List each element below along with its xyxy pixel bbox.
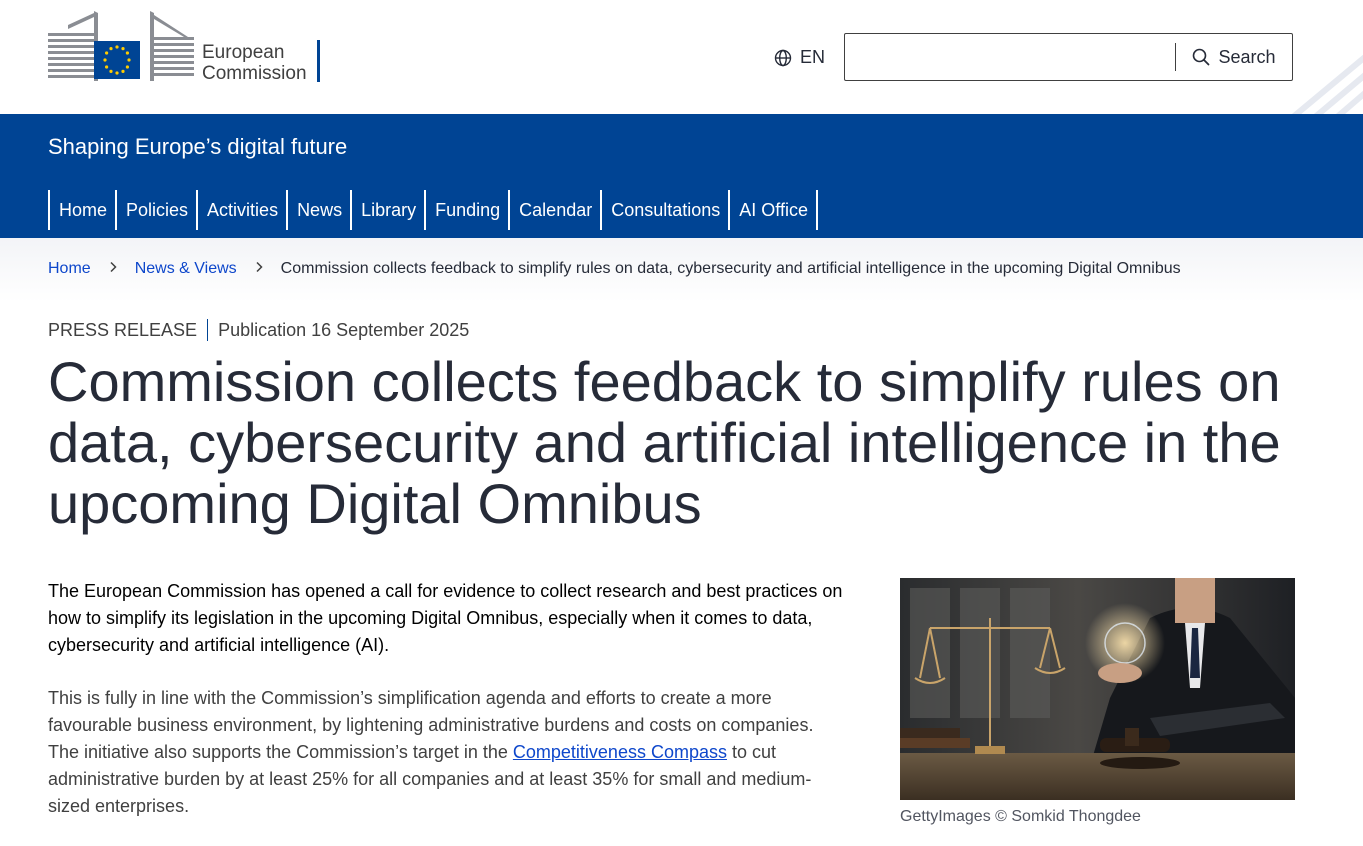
publication-date: Publication 16 September 2025 (218, 319, 470, 340)
nav-item-calendar[interactable]: Calendar (510, 190, 603, 230)
article-paragraph-2: This is fully in line with the Commissio… (48, 685, 848, 820)
page-title: Commission collects feedback to simplify… (48, 350, 1281, 535)
nav-item-library[interactable]: Library (352, 190, 427, 230)
article-image (900, 578, 1295, 800)
article-meta: PRESS RELEASE Publication 16 September 2… (48, 319, 469, 341)
nav-item-consultations[interactable]: Consultations (602, 190, 731, 230)
nav-item-ai-office[interactable]: AI Office (730, 190, 818, 230)
site-header: European Commission EN Search (0, 0, 1363, 114)
breadcrumb-bar: Home News & Views Commission collects fe… (0, 238, 1363, 302)
site-name[interactable]: Shaping Europe’s digital future (48, 134, 347, 160)
logo-divider (317, 40, 320, 82)
nav-item-activities[interactable]: Activities (198, 190, 289, 230)
search-form: Search (844, 33, 1293, 81)
meta-divider (207, 319, 209, 341)
nav-item-funding[interactable]: Funding (426, 190, 511, 230)
search-input[interactable] (845, 34, 1195, 80)
nav-item-home[interactable]: Home (50, 190, 118, 230)
globe-icon (774, 49, 792, 66)
breadcrumb: Home News & Views Commission collects fe… (48, 260, 1181, 278)
article-type: PRESS RELEASE (48, 319, 198, 340)
nav-item-policies[interactable]: Policies (117, 190, 199, 230)
logo-text-line2: Commission (202, 63, 307, 84)
main-navigation: Home Policies Activities News Library Fu… (48, 190, 818, 230)
search-icon (1193, 48, 1210, 66)
chevron-right-icon (91, 260, 135, 278)
language-selector[interactable]: EN (774, 47, 825, 68)
justice-scales-photo (900, 578, 1295, 800)
european-commission-logo[interactable]: European Commission (48, 11, 323, 84)
logo-wordmark: European Commission (202, 42, 307, 84)
logo-text-line1: European (202, 42, 285, 63)
competitiveness-compass-link[interactable]: Competitiveness Compass (513, 742, 727, 762)
site-band: Shaping Europe’s digital future Home Pol… (0, 114, 1363, 238)
breadcrumb-current: Commission collects feedback to simplify… (280, 260, 1181, 277)
eu-flag-logo-icon (48, 11, 194, 81)
image-caption: GettyImages © Somkid Thongdee (900, 808, 1141, 825)
breadcrumb-news-views[interactable]: News & Views (135, 260, 237, 278)
decorative-stripes (1291, 55, 1363, 114)
article-body: The European Commission has opened a cal… (48, 578, 848, 846)
breadcrumb-home[interactable]: Home (48, 260, 91, 278)
chevron-right-icon (237, 260, 281, 278)
language-code: EN (800, 47, 826, 67)
nav-item-news[interactable]: News (288, 190, 353, 230)
article-paragraph-1: The European Commission has opened a cal… (48, 581, 843, 655)
